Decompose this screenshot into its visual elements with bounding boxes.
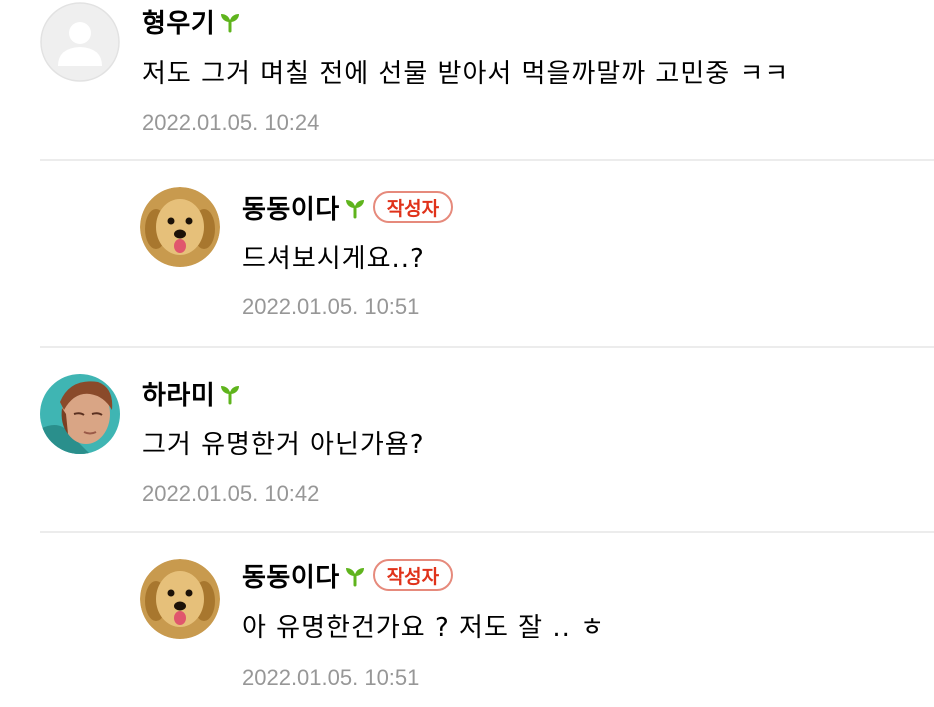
comment-author-row: 형우기: [142, 1, 242, 41]
reply-item: 동동이다 작성자 아 유명한건가요 ? 저도 잘 .. ㅎ 2022.01.05…: [0, 533, 934, 707]
sprout-icon: [345, 200, 364, 219]
comment-author-row: 하라미: [142, 373, 242, 413]
sprout-icon: [221, 14, 240, 33]
comment-date: 2022.01.05. 10:42: [142, 481, 320, 506]
comment-text: 아 유명한건가요 ? 저도 잘 .. ㅎ: [242, 613, 606, 643]
comment-author-row: 동동이다 작성자: [242, 555, 454, 595]
sprout-icon: [221, 386, 240, 405]
nickname[interactable]: 하라미: [142, 375, 215, 412]
comment-text: 드셔보시게요..?: [242, 244, 425, 274]
reply-item: 동동이다 작성자 드셔보시게요..? 2022.01.05. 10:51: [0, 161, 934, 346]
nickname[interactable]: 형우기: [142, 3, 215, 40]
comment-date: 2022.01.05. 10:24: [142, 110, 320, 135]
nickname[interactable]: 동동이다: [242, 189, 340, 226]
default-profile-icon[interactable]: [40, 2, 120, 82]
comment-item: 형우기 저도 그거 며칠 전에 선물 받아서 먹을까말까 고민중 ㅋㅋ 2022…: [0, 0, 934, 160]
comment-text: 그거 유명한거 아닌가욤?: [142, 430, 425, 460]
author-badge: 작성자: [372, 191, 454, 223]
comment-date: 2022.01.05. 10:51: [242, 665, 420, 690]
comment-text: 저도 그거 며칠 전에 선물 받아서 먹을까말까 고민중 ㅋㅋ: [142, 59, 790, 89]
sprout-icon: [345, 568, 364, 587]
comment-item: 하라미 그거 유명한거 아닌가욤? 2022.01.05. 10:42: [0, 348, 934, 532]
person-avatar[interactable]: [40, 374, 120, 454]
comment-date: 2022.01.05. 10:51: [242, 294, 420, 319]
nickname[interactable]: 동동이다: [242, 557, 340, 594]
comment-author-row: 동동이다 작성자: [242, 187, 454, 227]
author-badge: 작성자: [372, 559, 454, 591]
puppy-avatar[interactable]: [140, 187, 220, 267]
puppy-avatar[interactable]: [140, 559, 220, 639]
